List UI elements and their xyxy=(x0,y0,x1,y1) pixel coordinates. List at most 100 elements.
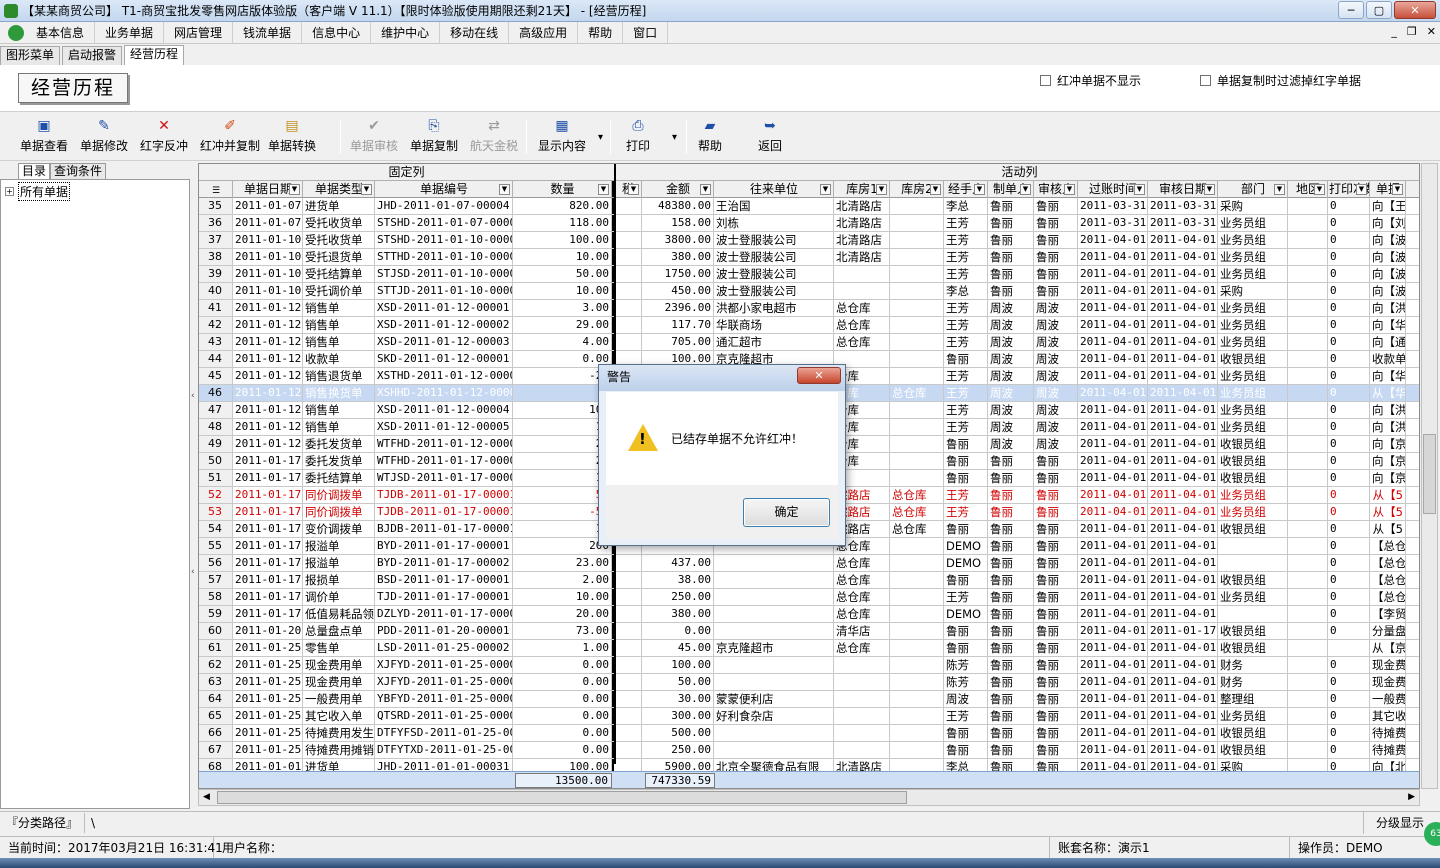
column-header-10[interactable]: 制单人▼ xyxy=(988,181,1034,198)
toolbar-button-4[interactable]: ▤单据转换 xyxy=(268,118,316,154)
column-filter-icon[interactable]: ▼ xyxy=(1356,184,1367,195)
filter-red-checkbox[interactable]: 单据复制时过滤掉红字单据 xyxy=(1200,72,1361,89)
column-filter-icon[interactable]: ▼ xyxy=(700,184,711,195)
menu-item-3[interactable]: 钱流单据 xyxy=(233,22,302,44)
column-header-12[interactable]: 过账时间▼ xyxy=(1078,181,1148,198)
toolbar-button-5[interactable]: ✔单据审核 xyxy=(350,118,398,154)
table-row[interactable]: 602011-01-20总量盘点单PDD-2011-01-20-0000173.… xyxy=(199,623,1420,640)
mdi-restore-button[interactable]: ❐ xyxy=(1407,25,1417,38)
menu-item-8[interactable]: 帮助 xyxy=(578,22,623,44)
table-row[interactable]: 572011-01-17报损单BSD-2011-01-17-000012.003… xyxy=(199,572,1420,589)
mdi-close-button[interactable]: ✕ xyxy=(1427,25,1436,38)
menu-item-5[interactable]: 维护中心 xyxy=(371,22,440,44)
column-header-8[interactable]: 库房2▼ xyxy=(890,181,944,198)
table-row[interactable]: 382011-01-10受托退货单STTHD-2011-01-10-000011… xyxy=(199,249,1420,266)
dialog-close-button[interactable]: ✕ xyxy=(797,367,841,384)
table-row[interactable]: 592011-01-17低值易耗品领DZLYD-2011-01-17-00001… xyxy=(199,606,1420,623)
table-row[interactable]: 392011-01-10受托结算单STJSD-2011-01-10-000015… xyxy=(199,266,1420,283)
dropdown-arrow-icon[interactable]: ▾ xyxy=(598,132,603,143)
column-header-11[interactable]: 审核人▼ xyxy=(1034,181,1078,198)
hierarchy-display-button[interactable]: 分级显示 xyxy=(1363,812,1424,834)
toolbar-button-10[interactable]: ▰帮助 xyxy=(698,118,722,154)
column-header-3[interactable]: 数量▼ xyxy=(513,181,612,198)
table-row[interactable]: 562011-01-17报溢单BYD-2011-01-17-0000223.00… xyxy=(199,555,1420,572)
toolbar-button-11[interactable]: ➥返回 xyxy=(758,118,782,154)
scroll-right-icon[interactable]: ▶ xyxy=(1408,790,1415,805)
toolbar-button-9[interactable]: ⎙打印 xyxy=(626,118,650,154)
toolbar-button-6[interactable]: ⎘单据复制 xyxy=(410,118,458,154)
column-filter-icon[interactable]: ▼ xyxy=(1392,184,1403,195)
column-header-16[interactable]: 打印次数▼ xyxy=(1328,181,1370,198)
column-header-15[interactable]: 地区▼ xyxy=(1288,181,1328,198)
table-row[interactable]: 672011-01-25待摊费用摊销DTFYTXD-2011-01-25-000… xyxy=(199,742,1420,759)
tree-node-all[interactable]: + 所有单据 xyxy=(5,182,70,201)
hide-red-checkbox[interactable]: 红冲单据不显示 xyxy=(1040,72,1141,89)
column-header-2[interactable]: 单据编号▼ xyxy=(375,181,513,198)
menu-item-9[interactable]: 窗口 xyxy=(623,22,668,44)
maximize-button[interactable]: ▢ xyxy=(1366,1,1392,19)
table-row[interactable]: 662011-01-25待摊费用发生DTFYFSD-2011-01-25-000… xyxy=(199,725,1420,742)
tab-business-history[interactable]: 经营历程 xyxy=(124,45,184,65)
table-row[interactable]: 372011-01-10受托收货单STSHD-2011-01-10-000011… xyxy=(199,232,1420,249)
tab-directory[interactable]: 目录 xyxy=(18,163,50,179)
minimize-button[interactable]: ─ xyxy=(1338,1,1364,19)
mdi-minimize-button[interactable]: _ xyxy=(1391,25,1397,38)
column-filter-icon[interactable]: ▼ xyxy=(361,184,372,195)
column-header-17[interactable]: 单据▼ xyxy=(1370,181,1406,198)
dropdown-arrow-icon[interactable]: ▾ xyxy=(672,132,677,143)
tab-startup-alarm[interactable]: 启动报警 xyxy=(62,46,122,65)
table-row[interactable]: 412011-01-12销售单XSD-2011-01-12-000013.002… xyxy=(199,300,1420,317)
column-header-13[interactable]: 审核日期▼ xyxy=(1148,181,1218,198)
table-row[interactable]: 582011-01-17调价单TJD-2011-01-17-0000110.00… xyxy=(199,589,1420,606)
column-header-14[interactable]: 部门▼ xyxy=(1218,181,1288,198)
table-row[interactable]: 352011-01-07进货单JHD-2011-01-07-00004820.0… xyxy=(199,198,1420,215)
ok-button[interactable]: 确定 xyxy=(743,498,830,527)
table-row[interactable]: 422011-01-12销售单XSD-2011-01-12-0000229.00… xyxy=(199,317,1420,334)
splitter[interactable]: ‹ ‹ xyxy=(190,179,198,809)
column-header-6[interactable]: 往来单位▼ xyxy=(714,181,834,198)
table-row[interactable]: 652011-01-25其它收入单QTSRD-2011-01-25-000010… xyxy=(199,708,1420,725)
scroll-left-icon[interactable]: ◀ xyxy=(203,790,210,805)
column-header-1[interactable]: 单据类型▼ xyxy=(303,181,375,198)
column-header-4[interactable]: 税▼ xyxy=(614,181,642,198)
vscroll-thumb[interactable] xyxy=(1423,434,1436,514)
toolbar-button-8[interactable]: ▦显示内容 xyxy=(538,118,586,154)
column-filter-icon[interactable]: ▼ xyxy=(628,184,639,195)
column-filter-icon[interactable]: ▼ xyxy=(1274,184,1285,195)
column-filter-icon[interactable]: ▼ xyxy=(598,184,609,195)
horizontal-scrollbar[interactable]: ◀ ▶ xyxy=(198,789,1420,806)
column-filter-icon[interactable]: ▼ xyxy=(1204,184,1215,195)
column-filter-icon[interactable]: ▼ xyxy=(820,184,831,195)
column-filter-icon[interactable]: ▼ xyxy=(1134,184,1145,195)
column-header-9[interactable]: 经手人▼ xyxy=(944,181,988,198)
column-filter-icon[interactable]: ▼ xyxy=(876,184,887,195)
menu-item-6[interactable]: 移动在线 xyxy=(440,22,509,44)
toolbar-button-1[interactable]: ✎单据修改 xyxy=(80,118,128,154)
column-header-5[interactable]: 金额▼ xyxy=(642,181,714,198)
menu-item-7[interactable]: 高级应用 xyxy=(509,22,578,44)
column-filter-icon[interactable]: ▼ xyxy=(499,184,510,195)
column-filter-icon[interactable]: ▼ xyxy=(1020,184,1031,195)
vertical-scrollbar[interactable] xyxy=(1421,163,1438,789)
menu-item-2[interactable]: 网店管理 xyxy=(164,22,233,44)
tab-graphic-menu[interactable]: 图形菜单 xyxy=(0,46,60,65)
toolbar-button-3[interactable]: ✐红冲并复制 xyxy=(200,118,260,154)
toolbar-button-7[interactable]: ⇄航天金税 xyxy=(470,118,518,154)
table-row[interactable]: 622011-01-25现金费用单XJFYD-2011-01-25-000010… xyxy=(199,657,1420,674)
tab-query[interactable]: 查询条件 xyxy=(50,163,106,179)
collapse-left-icon[interactable]: ‹ xyxy=(191,391,195,401)
table-row[interactable]: 432011-01-12销售单XSD-2011-01-12-000034.007… xyxy=(199,334,1420,351)
column-filter-icon[interactable]: ▼ xyxy=(1064,184,1075,195)
column-filter-icon[interactable]: ▼ xyxy=(1314,184,1325,195)
table-row[interactable]: 612011-01-25零售单LSD-2011-01-25-000021.004… xyxy=(199,640,1420,657)
menu-item-4[interactable]: 信息中心 xyxy=(302,22,371,44)
table-row[interactable]: 642011-01-25一般费用单YBFYD-2011-01-25-000010… xyxy=(199,691,1420,708)
close-button[interactable]: ✕ xyxy=(1394,1,1436,19)
toolbar-button-2[interactable]: ✕红字反冲 xyxy=(140,118,188,154)
menu-item-0[interactable]: 基本信息 xyxy=(26,22,95,44)
table-row[interactable]: 402011-01-10受托调价单STTJD-2011-01-10-000011… xyxy=(199,283,1420,300)
hscroll-thumb[interactable] xyxy=(217,791,907,804)
column-header-7[interactable]: 库房1▼ xyxy=(834,181,890,198)
column-header-0[interactable]: 单据日期▼ xyxy=(233,181,303,198)
menu-item-1[interactable]: 业务单据 xyxy=(95,22,164,44)
